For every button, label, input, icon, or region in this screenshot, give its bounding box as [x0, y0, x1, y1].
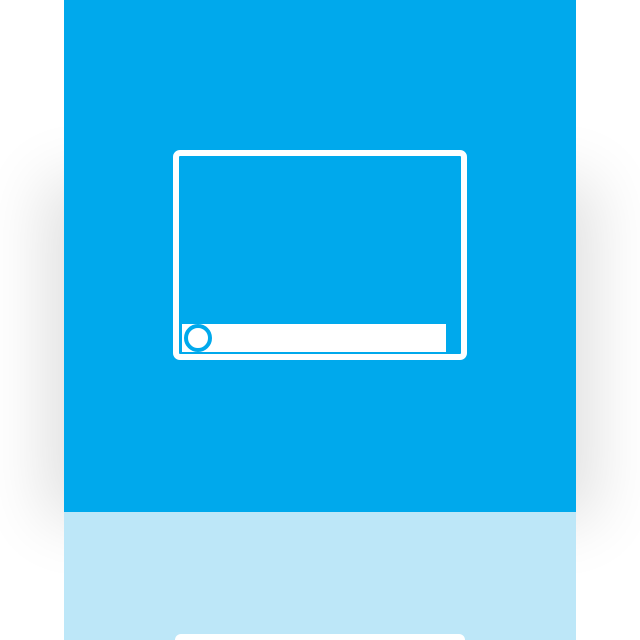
seek-knob-icon: [184, 324, 212, 352]
reflection-background: [64, 512, 576, 640]
end-marker-icon: [449, 326, 453, 348]
app-tile[interactable]: [64, 0, 576, 512]
tile-background: [64, 0, 576, 512]
tile-reflection: [64, 512, 576, 640]
seek-bar: [182, 324, 446, 352]
reflected-frame-edge: [175, 634, 465, 640]
tile-canvas: [64, 0, 576, 512]
reflection-canvas: [64, 512, 576, 640]
